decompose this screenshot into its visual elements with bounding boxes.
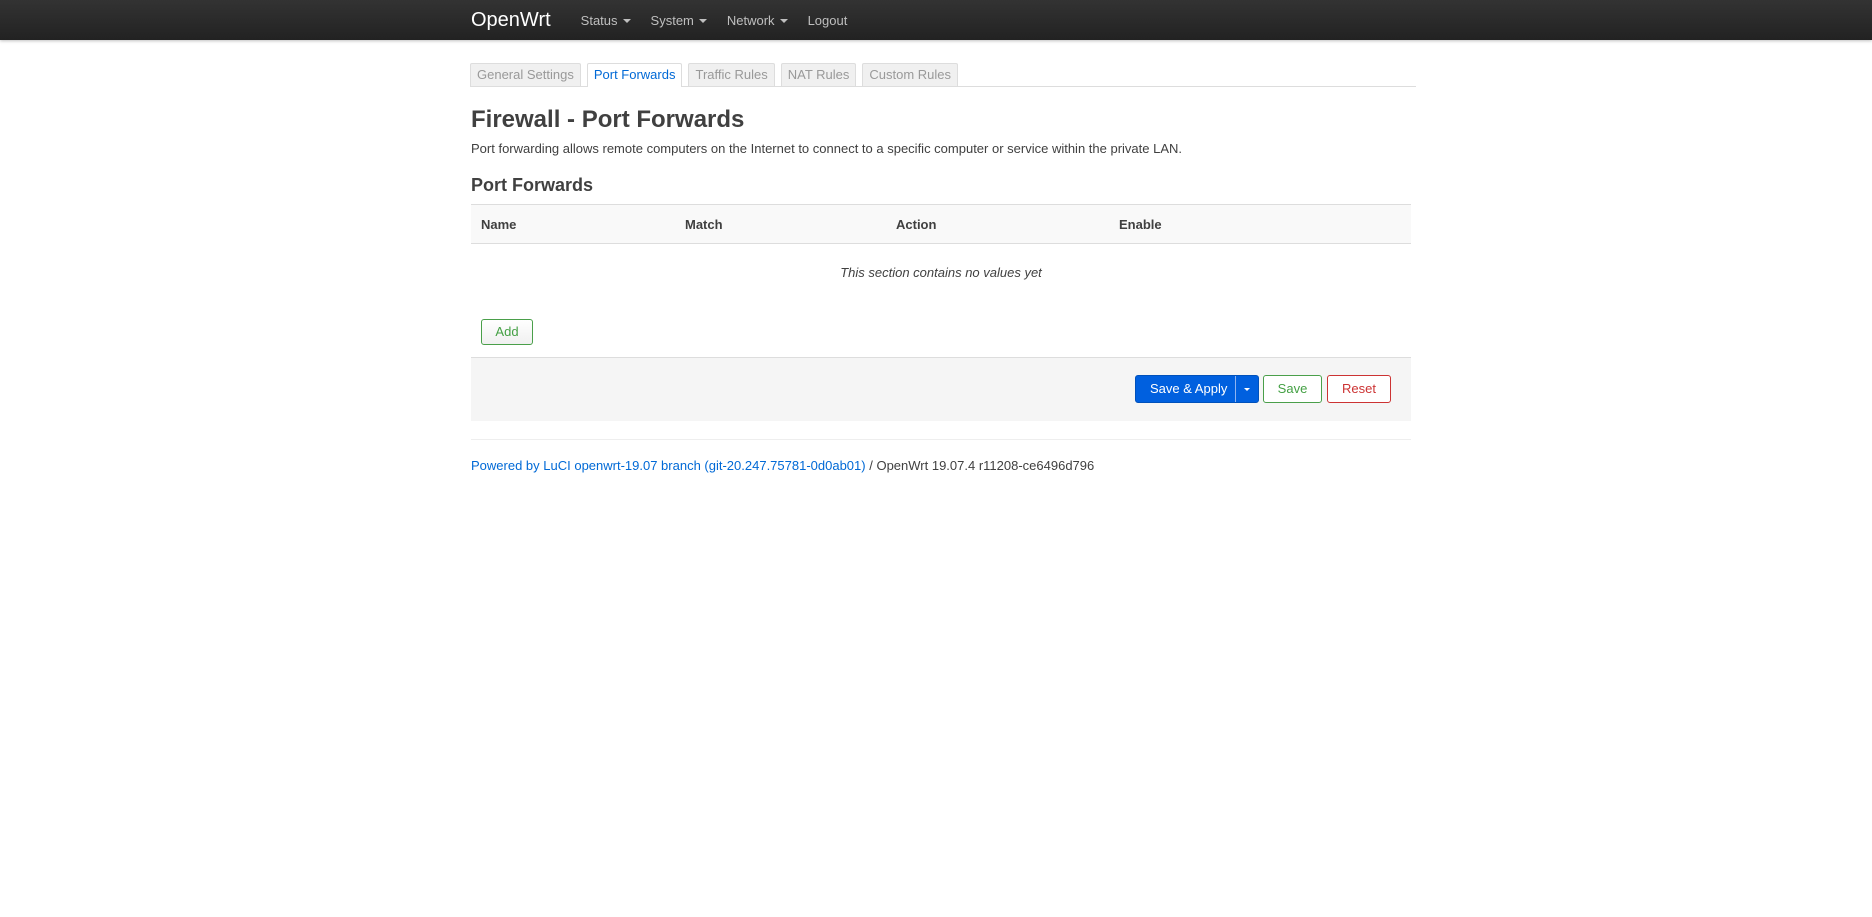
caret-down-icon [779, 18, 788, 23]
column-header-name: Name [481, 216, 517, 232]
save-apply-button[interactable]: Save & Apply [1136, 376, 1235, 402]
firmware-version: OpenWrt 19.07.4 r11208-ce6496d796 [876, 458, 1095, 473]
column-header-match: Match [685, 216, 723, 232]
caret-down-icon [622, 18, 631, 23]
caret-down-icon [1244, 387, 1251, 391]
footer-separator: / [865, 458, 877, 473]
navbar-inner: OpenWrt Status System Network Logout [471, 0, 867, 40]
save-apply-button-group: Save & Apply [1135, 375, 1260, 403]
section-title: Port Forwards [471, 175, 594, 195]
luci-link[interactable]: Powered by LuCI openwrt-19.07 branch (gi… [471, 458, 866, 473]
tab-traffic-rules[interactable]: Traffic Rules [688, 63, 775, 86]
nav-item-system[interactable]: System [651, 13, 707, 28]
brand-logo[interactable]: OpenWrt [471, 9, 551, 32]
nav-item-label: Network [726, 12, 775, 28]
tab-general-settings[interactable]: General Settings [470, 63, 581, 86]
empty-section-message: This section contains no values yet [840, 265, 1042, 280]
table-header-row: Name Match Action Enable [471, 204, 1411, 244]
caret-down-icon [698, 18, 707, 23]
nav-item-logout[interactable]: Logout [808, 13, 848, 28]
form-actions-bar: Save & Apply Save Reset [471, 357, 1411, 421]
tab-port-forwards[interactable]: Port Forwards [586, 63, 683, 87]
nav-item-label: Status [580, 12, 618, 28]
top-navbar: OpenWrt Status System Network Logout [0, 0, 1872, 40]
page-description: Port forwarding allows remote computers … [471, 141, 1183, 156]
add-button[interactable]: Add [481, 319, 533, 345]
footer-divider [471, 439, 1411, 440]
footer: Powered by LuCI openwrt-19.07 branch (gi… [471, 458, 1094, 473]
save-apply-dropdown-toggle[interactable] [1235, 376, 1258, 402]
reset-button[interactable]: Reset [1327, 375, 1391, 403]
column-header-action: Action [896, 216, 937, 232]
column-header-enable: Enable [1119, 216, 1162, 232]
nav-item-label: Logout [807, 12, 848, 28]
tab-nat-rules[interactable]: NAT Rules [780, 63, 857, 86]
save-button[interactable]: Save [1263, 375, 1322, 403]
nav-item-status[interactable]: Status [581, 13, 631, 28]
nav-item-network[interactable]: Network [727, 13, 788, 28]
tab-custom-rules[interactable]: Custom Rules [862, 63, 959, 86]
port-forwards-table: Name Match Action Enable This section co… [471, 204, 1411, 302]
nav-item-label: System [650, 12, 694, 28]
firewall-tabs: General Settings Port Forwards Traffic R… [470, 62, 1416, 87]
page-title: Firewall - Port Forwards [471, 106, 745, 133]
